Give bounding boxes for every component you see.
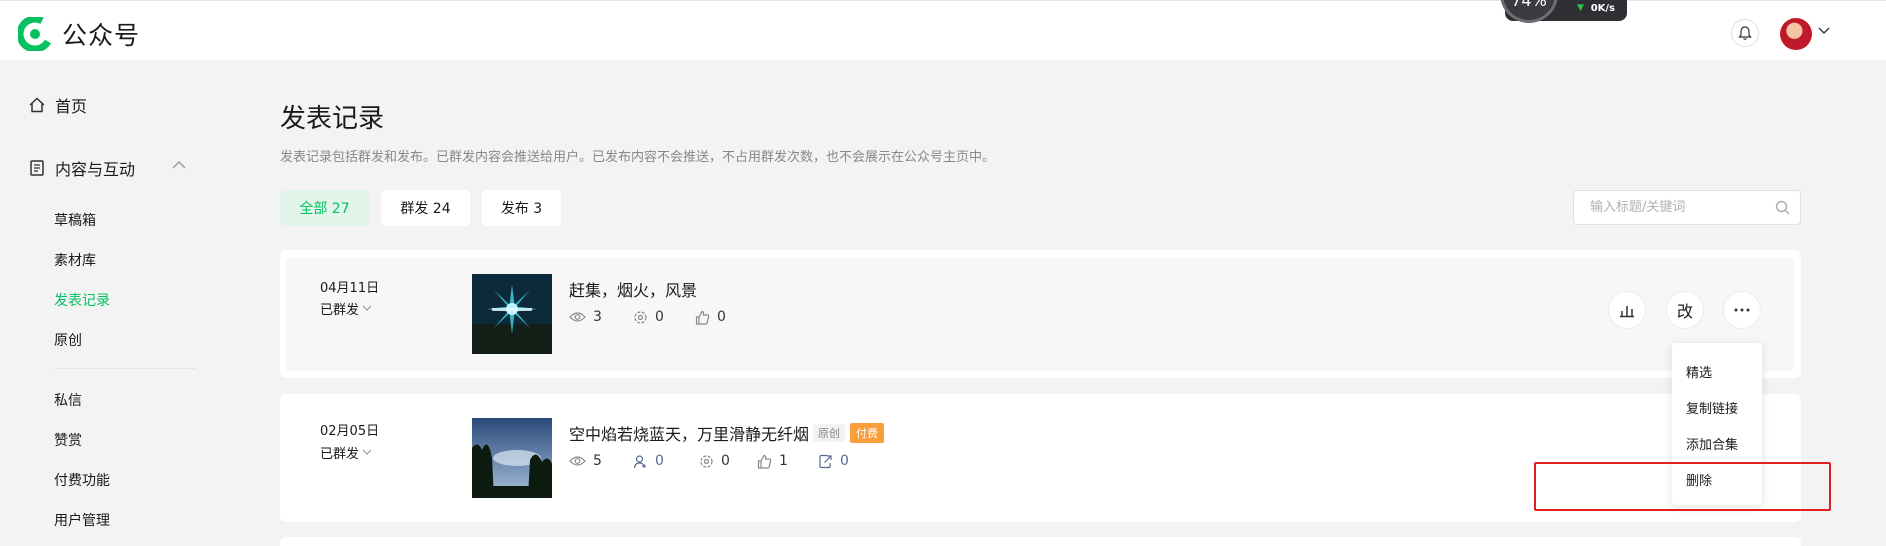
chevron-down-icon[interactable] bbox=[1818, 27, 1830, 35]
sidebar-item-messages[interactable]: 私信 bbox=[54, 390, 82, 410]
edit-button[interactable]: 改 bbox=[1666, 291, 1704, 329]
thumbs-up-icon bbox=[757, 454, 772, 469]
stat-likes: 0 bbox=[695, 309, 726, 325]
article-title[interactable]: 赶集，烟火，风景 bbox=[569, 277, 697, 301]
app-logo[interactable]: 公众号 bbox=[18, 16, 140, 52]
menu-item-feature[interactable]: 精选 bbox=[1686, 362, 1712, 381]
article-title-text: 赶集，烟火，风景 bbox=[569, 281, 698, 300]
highlight-box bbox=[1534, 462, 1831, 511]
speed-percent: 74% bbox=[1500, 0, 1558, 23]
stat-shares: 0 bbox=[699, 453, 730, 469]
article-title[interactable]: 空中焰若烧蓝天，万里滑静无纤烟 原创 付费 bbox=[569, 421, 885, 445]
record-status-label: 已群发 bbox=[320, 447, 360, 462]
chevron-down-icon bbox=[362, 305, 372, 311]
menu-item-copy-link[interactable]: 复制链接 bbox=[1686, 398, 1738, 417]
sidebar-item-paid-features[interactable]: 付费功能 bbox=[54, 470, 110, 490]
sidebar-item-label: 内容与互动 bbox=[55, 160, 136, 179]
bell-icon bbox=[1738, 26, 1752, 40]
page-description: 发表记录包括群发和发布。已群发内容会推送给用户。已发布内容不会推送，不占用群发次… bbox=[280, 150, 996, 165]
search-box bbox=[1573, 190, 1801, 225]
share-gear-icon bbox=[634, 310, 647, 324]
chevron-down-icon bbox=[362, 449, 372, 455]
article-thumbnail[interactable] bbox=[472, 418, 552, 498]
sidebar-item-publish-records[interactable]: 发表记录 bbox=[54, 290, 110, 310]
more-button[interactable] bbox=[1723, 291, 1761, 329]
thumbs-up-icon bbox=[695, 310, 710, 325]
page-title: 发表记录 bbox=[280, 104, 385, 134]
eye-icon bbox=[569, 312, 586, 322]
stat-reads: 0 bbox=[818, 453, 849, 469]
user-add-icon bbox=[633, 454, 646, 468]
sidebar-item-label: 首页 bbox=[55, 97, 88, 116]
sidebar-group-content[interactable]: 内容与互动 bbox=[28, 156, 135, 180]
stat-follows: 0 bbox=[633, 453, 664, 469]
original-badge: 原创 bbox=[813, 424, 846, 442]
export-icon bbox=[819, 454, 832, 468]
stat-likes: 1 bbox=[757, 453, 788, 469]
sidebar-divider bbox=[54, 368, 196, 369]
share-gear-icon bbox=[700, 454, 713, 468]
download-arrow-icon: ▼ bbox=[1577, 3, 1584, 13]
article-thumbnail[interactable] bbox=[472, 274, 552, 354]
top-bar: 公众号 74% ▼ 0K/s bbox=[0, 0, 1886, 60]
avatar[interactable] bbox=[1780, 18, 1812, 50]
sidebar-item-drafts[interactable]: 草稿箱 bbox=[54, 210, 96, 230]
sidebar-item-user-management[interactable]: 用户管理 bbox=[54, 510, 110, 530]
network-speed-widget[interactable]: 74% ▼ 0K/s bbox=[1500, 0, 1627, 23]
tab-publish[interactable]: 发布 3 bbox=[482, 190, 561, 226]
record-date: 02月05日 bbox=[320, 424, 380, 439]
record-status[interactable]: 已群发 bbox=[320, 443, 372, 462]
tab-all[interactable]: 全部 27 bbox=[280, 190, 369, 226]
article-title-text: 空中焰若烧蓝天，万里滑静无纤烟 bbox=[569, 425, 810, 444]
more-dots-icon bbox=[1734, 308, 1750, 312]
search-input[interactable] bbox=[1574, 191, 1764, 224]
menu-item-add-collection[interactable]: 添加合集 bbox=[1686, 434, 1738, 453]
stat-views: 3 bbox=[569, 309, 602, 325]
speed-rate: 0K/s bbox=[1590, 3, 1615, 14]
record-status-label: 已群发 bbox=[320, 303, 360, 318]
app-name: 公众号 bbox=[62, 21, 141, 50]
home-icon bbox=[29, 97, 45, 113]
tab-mass-send[interactable]: 群发 24 bbox=[381, 190, 470, 226]
record-card[interactable] bbox=[280, 537, 1801, 546]
search-icon[interactable] bbox=[1775, 200, 1790, 215]
stat-shares: 0 bbox=[633, 309, 664, 325]
notification-button[interactable] bbox=[1731, 19, 1759, 47]
paid-badge: 付费 bbox=[850, 423, 885, 443]
record-status[interactable]: 已群发 bbox=[320, 299, 372, 318]
document-icon bbox=[30, 160, 44, 176]
stats-button[interactable] bbox=[1608, 291, 1646, 329]
sidebar-item-rewards[interactable]: 赞赏 bbox=[54, 430, 82, 450]
bar-chart-icon bbox=[1620, 306, 1634, 318]
sidebar: 首页 内容与互动 草稿箱 素材库 发表记录 原创 私信 赞赏 付费功能 用户管理 bbox=[0, 60, 210, 546]
logo-icon bbox=[18, 17, 52, 51]
sidebar-item-materials[interactable]: 素材库 bbox=[54, 250, 96, 270]
stat-views: 5 bbox=[569, 453, 602, 469]
record-date: 04月11日 bbox=[320, 281, 380, 296]
sidebar-item-original[interactable]: 原创 bbox=[54, 330, 82, 350]
sidebar-item-home[interactable]: 首页 bbox=[28, 93, 87, 117]
eye-icon bbox=[569, 456, 586, 466]
chevron-up-icon[interactable] bbox=[172, 160, 186, 169]
